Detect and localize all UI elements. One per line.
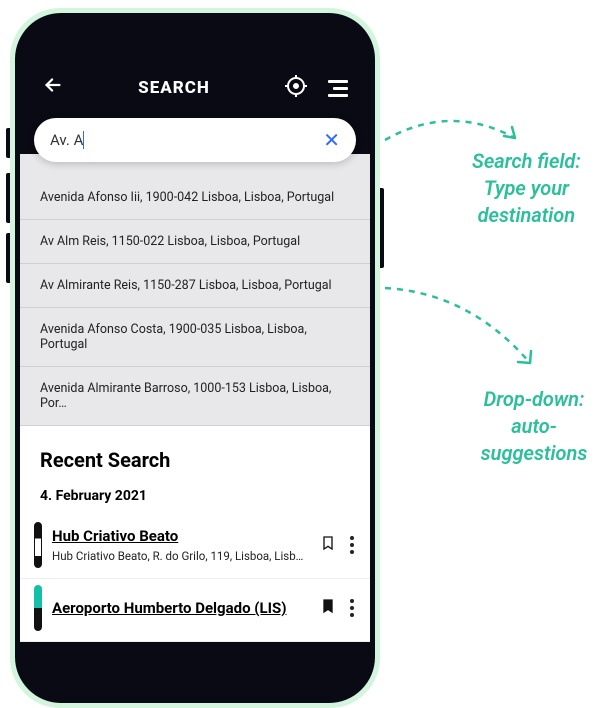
kebab-icon[interactable] bbox=[346, 536, 358, 554]
recent-item-name: Hub Criativo Beato bbox=[52, 527, 310, 545]
side-button bbox=[6, 173, 10, 223]
annotation-arrow-icon bbox=[380, 278, 545, 378]
side-button bbox=[6, 128, 10, 158]
side-button bbox=[6, 233, 10, 283]
recent-item-name: Aeroporto Humberto Delgado (LIS) bbox=[52, 599, 310, 617]
recent-item[interactable]: Hub Criativo Beato Hub Criativo Beato, R… bbox=[20, 516, 370, 579]
recent-heading: Recent Search bbox=[20, 426, 370, 484]
locate-icon[interactable] bbox=[284, 74, 308, 102]
annotation-dropdown: Drop-down: auto-suggestions bbox=[468, 386, 600, 467]
recent-item-sub: Hub Criativo Beato, R. do Grilo, 119, Li… bbox=[52, 549, 310, 563]
suggestions-dropdown: Avenida Afonso Iii, 1900-042 Lisboa, Lis… bbox=[20, 154, 370, 426]
suggestion-item[interactable]: Av Alm Reis, 1150-022 Lisboa, Lisboa, Po… bbox=[20, 220, 370, 264]
menu-icon[interactable] bbox=[328, 80, 348, 97]
back-arrow-icon[interactable] bbox=[42, 74, 64, 102]
suggestion-item[interactable]: Avenida Almirante Barroso, 1000-153 Lisb… bbox=[20, 367, 370, 426]
phone-frame: SEARCH Av. A ✕ Avenida Afonso Iii, 1900-… bbox=[10, 8, 380, 708]
search-input[interactable]: Av. A ✕ bbox=[34, 118, 356, 162]
item-decoration-icon bbox=[34, 522, 42, 568]
page-title: SEARCH bbox=[138, 78, 210, 98]
clear-icon[interactable]: ✕ bbox=[323, 128, 340, 152]
recent-date: 4. February 2021 bbox=[20, 484, 370, 516]
search-value: Av. A bbox=[50, 131, 83, 149]
app-screen: SEARCH Av. A ✕ Avenida Afonso Iii, 1900-… bbox=[20, 18, 370, 698]
recent-item[interactable]: Aeroporto Humberto Delgado (LIS) bbox=[20, 579, 370, 642]
side-button bbox=[380, 188, 384, 268]
suggestion-item[interactable]: Avenida Afonso Costa, 1900-035 Lisboa, L… bbox=[20, 308, 370, 367]
annotation-search-field: Search field: Type your destination bbox=[472, 148, 581, 229]
item-decoration-icon bbox=[34, 585, 42, 631]
bookmark-icon[interactable] bbox=[320, 533, 336, 557]
suggestion-item[interactable]: Av Almirante Reis, 1150-287 Lisboa, Lisb… bbox=[20, 264, 370, 308]
suggestion-item[interactable]: Avenida Afonso Iii, 1900-042 Lisboa, Lis… bbox=[20, 176, 370, 220]
phone-notch bbox=[120, 13, 270, 39]
kebab-icon[interactable] bbox=[346, 599, 358, 617]
